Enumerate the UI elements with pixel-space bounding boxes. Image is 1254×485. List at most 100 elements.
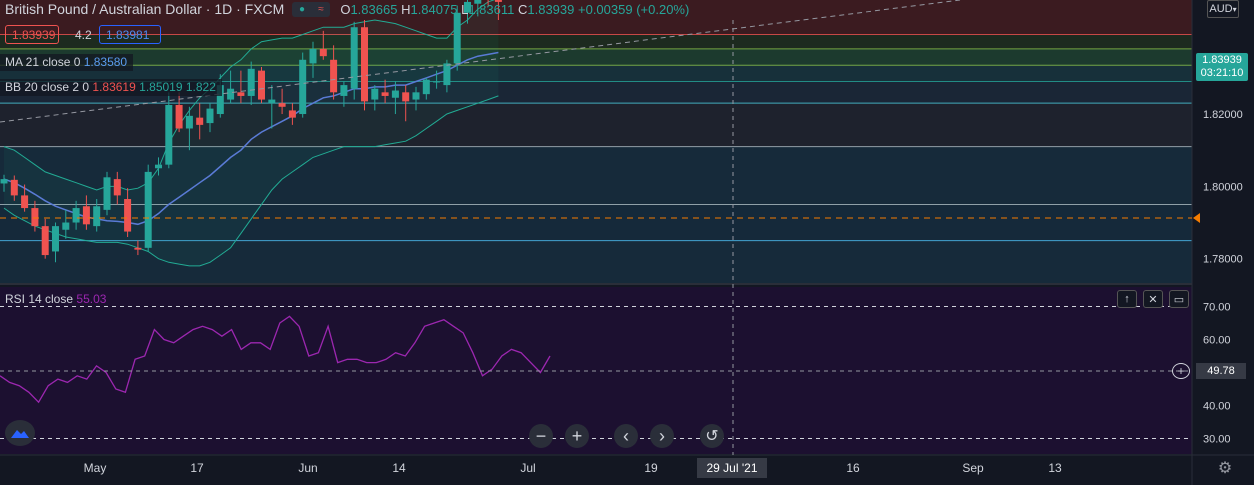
candle-body: [124, 199, 132, 232]
ma-label: MA 21 close 0: [5, 55, 81, 69]
open-value: 1.83665: [350, 1, 398, 17]
rsi-tick-label: 40.00: [1203, 401, 1231, 413]
candle-body: [52, 226, 59, 252]
bb-legend[interactable]: BB 20 close 2 0 1.83619 1.85019 1.822: [0, 79, 222, 96]
reset-icon: ↺: [705, 428, 719, 445]
time-tick-label: 19: [644, 461, 658, 475]
collapse-icon[interactable]: ≈: [318, 4, 324, 15]
candle-body: [361, 27, 368, 102]
logo-icon: [11, 430, 29, 438]
candle-body: [185, 115, 193, 129]
candle-body: [72, 208, 80, 223]
bb-lower-value: 1.822: [185, 80, 216, 94]
candle-body: [93, 206, 101, 227]
candle-body: [453, 12, 461, 64]
time-tick-label: Jul: [520, 461, 535, 475]
candle-body: [196, 117, 204, 125]
currency-button[interactable]: AUD▾: [1207, 0, 1239, 18]
rsi-tick-label: 60.00: [1203, 335, 1231, 347]
rsi-legend[interactable]: RSI 14 close 55.03: [0, 291, 112, 308]
candle-body: [134, 247, 142, 250]
candle-body: [62, 222, 70, 230]
candle-body: [402, 92, 410, 102]
candle-body: [319, 48, 327, 57]
candle-body: [309, 48, 317, 64]
visibility-toggle[interactable]: ● ≈: [292, 1, 331, 17]
change-value: +0.00359 (+0.20%): [578, 1, 690, 17]
candle-body: [206, 108, 214, 124]
ma-legend[interactable]: MA 21 close 0 1.83580: [0, 54, 134, 71]
candle-body: [41, 226, 49, 256]
current-price-label: 1.83939 03:21:10: [1196, 53, 1248, 81]
candle-body: [103, 177, 111, 210]
candle-body: [422, 79, 430, 95]
candle-body: [433, 81, 441, 83]
bb-basis-value: 1.83619: [92, 80, 136, 94]
zoom-out-button[interactable]: −: [529, 424, 553, 448]
candle-body: [155, 164, 162, 169]
candle-body: [412, 92, 420, 100]
candle-body: [350, 27, 358, 89]
candle-body: [113, 179, 121, 196]
symbol-legend: British Pound / Australian Dollar · 1D ·…: [0, 0, 689, 18]
zoom-out-icon: −: [535, 425, 547, 446]
close-icon: ✕: [1148, 293, 1158, 306]
candle-body: [299, 59, 307, 115]
candle-body: [247, 68, 255, 96]
candle-body: [443, 63, 451, 86]
time-tick-label: 13: [1048, 461, 1062, 475]
rsi-tick-label: 30.00: [1203, 434, 1231, 446]
chart-canvas[interactable]: 1.82000 1.80000 1.78000 70.00 60.00 40.00 30.…: [0, 0, 1254, 485]
price-tick-label: 1.78000: [1203, 254, 1243, 266]
time-tick-label: Sep: [962, 461, 984, 475]
rsi-crosshair-label: 49.78: [1196, 363, 1246, 379]
candle-body: [237, 92, 245, 96]
time-crosshair-label: 29 Jul '21: [697, 458, 767, 478]
low-value: 1.83611: [468, 1, 515, 17]
reset-chart-button[interactable]: ↺: [700, 424, 724, 448]
ohlc-values: O1.83665 H1.84075 L1.83611 C1.83939 +0.0…: [340, 2, 689, 17]
sell-button[interactable]: 1.83939: [5, 25, 59, 44]
candle-body: [278, 103, 286, 107]
collapse-icon: ↑: [1124, 293, 1130, 305]
price-tick-label: 1.82000: [1203, 109, 1243, 121]
eye-icon[interactable]: ●: [299, 4, 305, 15]
scroll-left-button[interactable]: ‹: [614, 424, 638, 448]
scroll-right-button[interactable]: ›: [650, 424, 674, 448]
candle-body: [340, 85, 348, 96]
zoom-in-button[interactable]: +: [565, 424, 589, 448]
candle-body: [144, 171, 152, 248]
bb-label: BB 20 close 2 0: [5, 80, 90, 94]
maximize-pane-button[interactable]: ▭: [1169, 290, 1189, 308]
high-value: 1.84075: [410, 1, 458, 17]
time-tick-label: 17: [190, 461, 204, 475]
candle-body: [288, 110, 296, 118]
logo[interactable]: [5, 420, 35, 446]
candle-body: [10, 179, 18, 196]
zone-band: [0, 48, 1192, 66]
open-label: O: [340, 1, 351, 17]
chevron-down-icon: ▾: [1232, 5, 1237, 14]
time-tick-label: 16: [846, 461, 860, 475]
currency-label: AUD: [1209, 3, 1233, 15]
candle-body: [330, 59, 338, 93]
time-tick-label: 14: [392, 461, 406, 475]
settings-icon: ⚙: [1217, 460, 1233, 477]
buy-button[interactable]: 1.83981: [99, 25, 161, 44]
candle-body: [82, 206, 90, 225]
close-label: C: [517, 1, 528, 17]
scroll-left-icon: ‹: [623, 425, 629, 446]
maximize-icon: ▭: [1173, 293, 1185, 306]
settings-button[interactable]: ⚙: [1215, 459, 1235, 479]
candle-body: [391, 90, 399, 98]
spread-value: 4.2: [75, 28, 92, 42]
bar-countdown: 03:21:10: [1200, 67, 1244, 79]
candle-body: [268, 99, 276, 104]
close-pane-button[interactable]: ✕: [1143, 290, 1163, 308]
move-pane-up-button[interactable]: ↑: [1117, 290, 1137, 308]
candle-body: [381, 92, 389, 96]
candle-body: [258, 70, 265, 100]
candle-body: [21, 195, 29, 209]
candle-body: [31, 208, 39, 227]
symbol-title[interactable]: British Pound / Australian Dollar · 1D ·…: [0, 1, 284, 17]
